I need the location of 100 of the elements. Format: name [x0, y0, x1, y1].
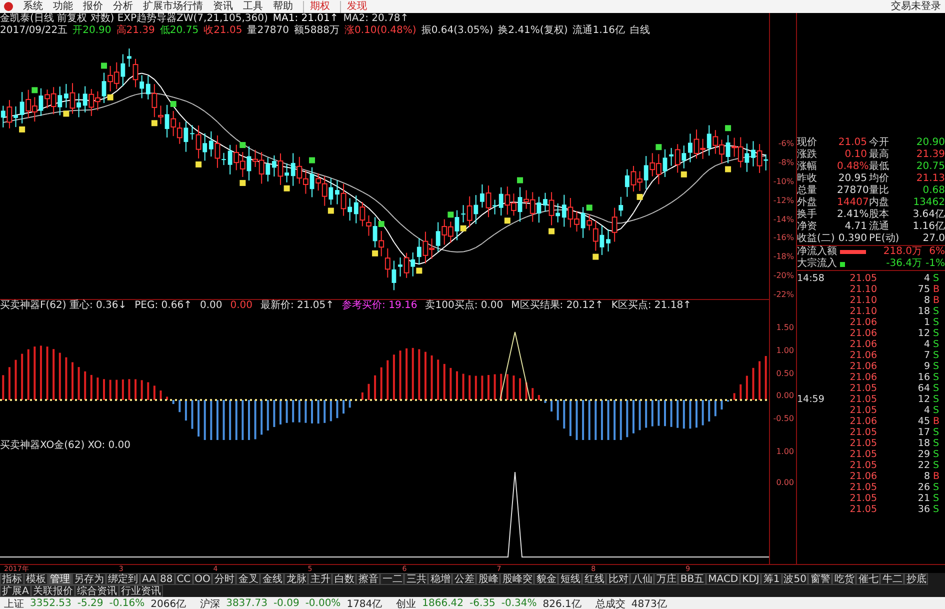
indicator-button[interactable]: 红线	[582, 573, 606, 585]
indicator-button[interactable]: 金叉	[236, 573, 260, 585]
menu-item[interactable]: 期权	[303, 0, 330, 12]
indicator-info-text: 0.00	[200, 300, 222, 312]
indicator-button[interactable]: 窗警	[808, 573, 832, 585]
indicator-button[interactable]: BB五	[678, 573, 706, 585]
tick-side: B	[933, 471, 941, 482]
indicator-button[interactable]: 股峰突	[500, 573, 534, 585]
indicator-button[interactable]: 稳增	[428, 573, 452, 585]
chart-info-text: 收21.05	[204, 25, 242, 37]
indicator-button[interactable]: 筹1	[761, 573, 782, 585]
axis-label: 0.00	[776, 391, 794, 400]
indicator-button[interactable]: OO	[192, 573, 212, 585]
indicator-button[interactable]: 金线	[260, 573, 284, 585]
menu-item[interactable]: 帮助	[273, 0, 293, 12]
tick-volume: 75	[916, 284, 931, 295]
quote-label: 今开	[869, 137, 890, 148]
indicator-button[interactable]: 龙脉	[284, 573, 308, 585]
indicator-button[interactable]: 88	[158, 573, 175, 585]
indicator-info-text: 参考买价: 19.16	[342, 300, 418, 312]
index-name: 总成交	[595, 598, 626, 609]
menu-item[interactable]: 发现	[340, 0, 367, 12]
index-turnover: 4873亿	[631, 598, 667, 609]
indicator-info-text: 买卖神器XO金(62) XO: 0.00	[0, 440, 131, 452]
axis-label: -18%	[773, 252, 794, 262]
menu-item[interactable]: 功能	[53, 0, 73, 12]
quote-label: PE(动)	[869, 233, 900, 245]
indicator-button[interactable]: 催七	[856, 573, 880, 585]
tick-time: 14:58	[797, 273, 824, 284]
tick-price: 21.10	[848, 306, 877, 317]
info-tab[interactable]: 综合资讯	[74, 585, 119, 597]
chart-info-text: 换2.41%(复权)	[498, 25, 568, 37]
quote-label: 量比	[869, 185, 890, 196]
indicator-button[interactable]: 指标	[0, 573, 24, 585]
chart-info-text: 量27870	[247, 25, 290, 37]
indicator-button[interactable]: AA	[140, 573, 158, 585]
indicator-button[interactable]: 貌金	[534, 573, 558, 585]
indicator-button[interactable]: 万庄	[654, 573, 678, 585]
index-value: 3352.53	[30, 598, 72, 609]
tick-volume: 36	[916, 504, 931, 515]
indicator-button[interactable]: 一二	[380, 573, 404, 585]
quote-value: 2.41%	[837, 209, 869, 221]
tick-price: 21.05	[848, 383, 877, 394]
info-tab[interactable]: 关联报价	[30, 585, 75, 597]
chart-info-text: 额5888万	[294, 25, 340, 37]
indicator-button[interactable]: 短线	[558, 573, 582, 585]
indicator-button[interactable]: 模板	[24, 573, 48, 585]
info-tab[interactable]: 扩展A	[0, 585, 31, 597]
indicator-button[interactable]: 牛二	[880, 573, 904, 585]
flow-amount: 218.0万	[883, 246, 922, 258]
tick-volume: 1	[922, 317, 931, 328]
axis-label: 0.00	[776, 478, 794, 487]
tick-volume: 18	[916, 438, 931, 449]
menu-item[interactable]: 分析	[113, 0, 133, 12]
indicator-button[interactable]: 八仙	[630, 573, 654, 585]
indicator-button[interactable]: 白数	[332, 573, 356, 585]
quote-value: 20.75	[915, 161, 945, 173]
indicator-button[interactable]: CC	[174, 573, 193, 585]
login-status[interactable]: 交易未登录	[891, 0, 941, 12]
index-change: -6.35	[470, 598, 496, 609]
tick-price: 21.05	[848, 438, 877, 449]
indicator-button[interactable]: MACD	[706, 573, 740, 585]
indicator-button[interactable]: 主升	[308, 573, 332, 585]
tick-price: 21.05	[848, 394, 877, 405]
tick-volume: 16	[916, 372, 931, 383]
quote-value: 0.390	[837, 233, 868, 245]
indicator-button[interactable]: 吃货	[832, 573, 856, 585]
menu-item[interactable]: 扩展市场行情	[143, 0, 203, 12]
menu-item[interactable]: 系统	[23, 0, 43, 12]
menu-item[interactable]: 资讯	[213, 0, 233, 12]
indicator-button[interactable]: 股峰	[476, 573, 500, 585]
tick-time: 14:59	[797, 394, 824, 405]
axis-label: -20%	[773, 271, 794, 280]
axis-label: -22%	[773, 290, 794, 299]
menu-item[interactable]: 工具	[243, 0, 263, 12]
indicator-button[interactable]: 擦音	[356, 573, 380, 585]
indicator-info-text: 最新价: 21.05↑	[260, 300, 334, 312]
indicator-button[interactable]: 抄底	[904, 573, 928, 585]
quote-value: 4.71	[844, 221, 868, 233]
tick-price: 21.06	[848, 471, 877, 482]
tick-side: S	[933, 306, 940, 317]
indicator-button[interactable]: 分时	[212, 573, 236, 585]
indicator-button[interactable]: 另存为	[72, 573, 106, 585]
indicator-button[interactable]: 三共	[404, 573, 428, 585]
tick-side: S	[933, 339, 940, 350]
chart-info-text: 高21.39	[116, 25, 155, 37]
tick-price: 21.06	[848, 350, 877, 361]
quote-value: 20.90	[915, 137, 945, 149]
indicator-button[interactable]: 管理	[48, 573, 72, 585]
quote-value: 21.39	[915, 149, 945, 161]
tick-side: S	[933, 361, 940, 372]
tick-side: S	[933, 273, 940, 284]
index-name: 上证	[4, 598, 24, 609]
indicator-button[interactable]: 绑定到	[106, 573, 140, 585]
indicator-button[interactable]: 公差	[452, 573, 476, 585]
menu-item[interactable]: 报价	[83, 0, 103, 12]
indicator-button[interactable]: 波50	[782, 573, 808, 585]
info-tab[interactable]: 行业资讯	[118, 585, 163, 597]
indicator-button[interactable]: KDJ	[740, 573, 762, 585]
indicator-button[interactable]: 比对	[606, 573, 630, 585]
